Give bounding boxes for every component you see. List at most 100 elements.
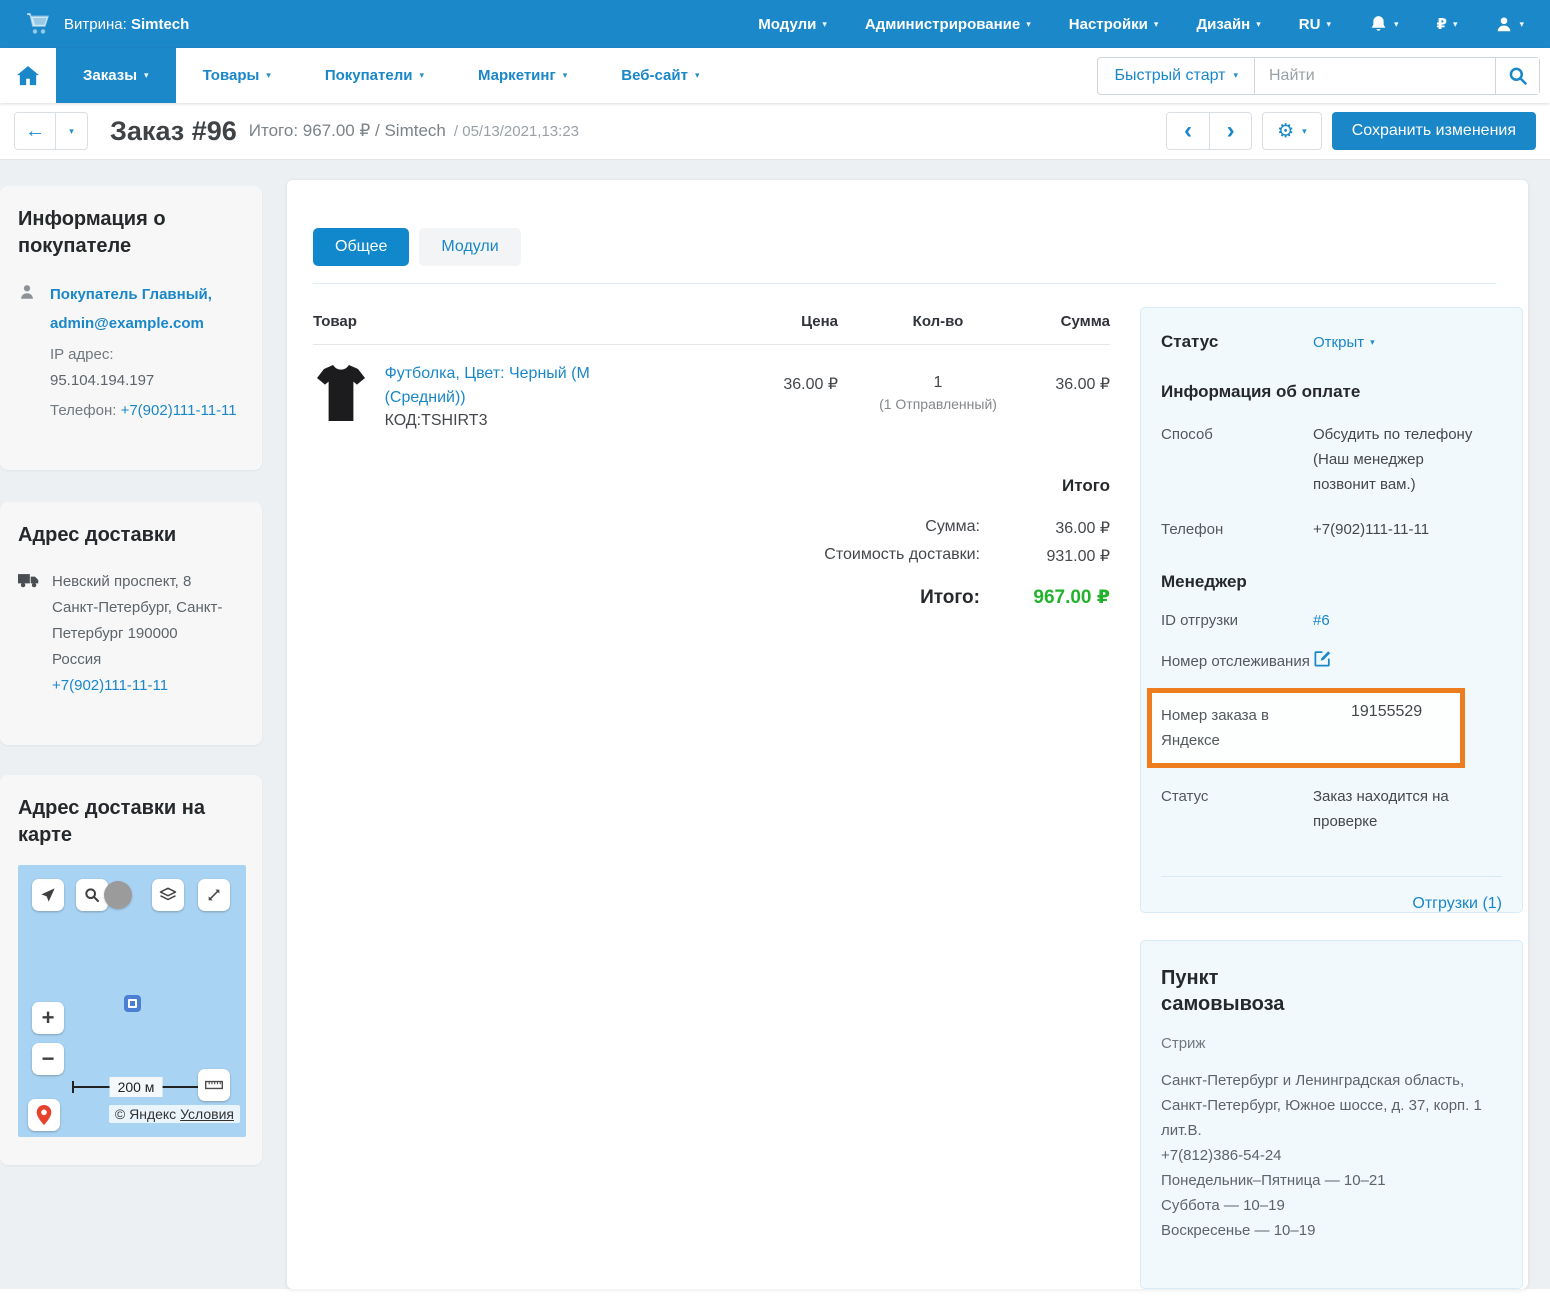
shipping-phone-link[interactable]: +7(902)111-11-11 [52, 677, 168, 694]
customer-email-link[interactable]: admin@example.com [50, 315, 204, 332]
yandex-status-value: Заказ находится на проверке [1313, 784, 1483, 834]
map-copyright: © Яндекс [115, 1106, 176, 1122]
topbar-currency[interactable]: ₽ ▾ [1437, 15, 1458, 33]
grand-total-value: 967.00 ₽ [980, 586, 1110, 609]
home-button[interactable] [0, 66, 56, 86]
tshirt-image [315, 363, 367, 423]
search-input[interactable] [1255, 58, 1495, 94]
column-header-price: Цена [673, 313, 838, 330]
panel-title: Адрес доставки [18, 522, 244, 549]
yandex-order-highlight: Номер заказа в Яндексе 19155529 [1147, 688, 1465, 768]
home-icon [17, 66, 39, 86]
quick-start-button[interactable]: Быстрый старт ▾ [1097, 57, 1255, 95]
tab-divider [313, 283, 1496, 284]
topbar-menu-language[interactable]: RU ▾ [1299, 16, 1331, 33]
nav-item-marketing[interactable]: Маркетинг ▾ [451, 48, 594, 103]
topbar-menu-administration[interactable]: Администрирование ▾ [865, 16, 1031, 33]
pickup-address: Санкт-Петербург, Южное шоссе, д. 37, кор… [1161, 1097, 1482, 1139]
customer-name-link[interactable]: Покупатель Главный, [50, 286, 212, 303]
transit-stop-marker[interactable] [124, 995, 141, 1012]
column-header-product: Товар [313, 313, 673, 330]
product-row: Футболка, Цвет: Черный (М (Средний)) КОД… [313, 362, 1110, 430]
manager-heading: Менеджер [1161, 572, 1502, 592]
payment-method-label: Способ [1161, 422, 1313, 497]
chevron-down-icon: ▾ [1302, 127, 1307, 136]
shipping-cost-value: 931.00 ₽ [980, 546, 1110, 566]
subtotal-label: Сумма: [925, 518, 980, 538]
yandex-status-label: Статус [1161, 784, 1313, 834]
nav-item-products[interactable]: Товары ▾ [176, 48, 298, 103]
chevron-right-icon: › [1227, 117, 1235, 145]
tab-general[interactable]: Общее [313, 228, 409, 266]
product-code: КОД:TSHIRT3 [385, 412, 673, 430]
map-terms-link[interactable]: Условия [180, 1106, 234, 1122]
location-pin-icon [36, 1105, 52, 1125]
order-status-panel: Статус Открыт ▾ Информация об оплате Спо… [1140, 307, 1523, 913]
product-thumbnail[interactable] [313, 362, 369, 424]
product-name-link[interactable]: Футболка, Цвет: Черный (М (Средний)) [385, 365, 590, 406]
map-panel: Адрес доставки на карте [0, 775, 262, 1165]
bell-icon [1369, 14, 1388, 34]
chevron-down-icon: ▾ [69, 127, 74, 136]
zoom-in-button[interactable]: + [32, 1002, 64, 1034]
nav-item-customers[interactable]: Покупатели ▾ [298, 48, 451, 103]
product-qty-shipped: (1 Отправленный) [838, 396, 1038, 412]
tools-menu-button[interactable]: ⚙ ▾ [1262, 112, 1322, 150]
product-price: 36.00 ₽ [673, 362, 838, 394]
search-button[interactable] [1495, 58, 1539, 94]
chevron-down-icon: ▾ [1394, 20, 1399, 29]
map-scale: 200 м [72, 1077, 200, 1097]
chevron-down-icon: ▾ [419, 71, 424, 80]
minus-icon: − [42, 1046, 55, 1072]
topbar-notifications[interactable]: ▾ [1369, 14, 1399, 34]
storefront-label[interactable]: Витрина: Simtech [64, 16, 189, 33]
edit-icon[interactable] [1313, 649, 1483, 668]
map-fullscreen-button[interactable] [198, 879, 230, 911]
pickup-hours: Воскресенье — 10–19 [1161, 1222, 1315, 1239]
payment-method-value: Обсудить по телефону (Наш менеджер позво… [1313, 422, 1483, 497]
pickup-phone: +7(812)386-54-24 [1161, 1147, 1282, 1164]
chevron-down-icon: ▾ [1154, 20, 1159, 29]
back-button[interactable]: ← [15, 113, 55, 149]
zoom-out-button[interactable]: − [32, 1043, 64, 1075]
status-select[interactable]: Открыт ▾ [1313, 334, 1375, 351]
truck-icon [18, 569, 40, 699]
prev-order-button[interactable]: ‹ [1167, 113, 1209, 149]
admin-topbar: Витрина: Simtech Модули ▾ Администрирова… [0, 0, 1550, 48]
pin-button[interactable] [28, 1099, 60, 1131]
shipments-link[interactable]: Отгрузки (1) [1412, 895, 1502, 912]
scale-label: 200 м [110, 1077, 163, 1097]
save-changes-button[interactable]: Сохранить изменения [1332, 112, 1536, 150]
nav-item-orders[interactable]: Заказы ▾ [56, 48, 176, 103]
chevron-down-icon: ▾ [563, 71, 568, 80]
ip-label: IP адрес: [50, 346, 114, 363]
pickup-hours: Понедельник–Пятница — 10–21 [1161, 1172, 1386, 1189]
next-order-button[interactable]: › [1209, 113, 1251, 149]
ruler-button[interactable] [198, 1069, 230, 1101]
plus-icon: + [42, 1005, 55, 1031]
nav-item-website[interactable]: Веб-сайт ▾ [594, 48, 726, 103]
shipping-cost-label: Стоимость доставки: [824, 546, 980, 566]
column-header-qty: Кол-во [838, 313, 1038, 330]
ruble-icon: ₽ [1437, 15, 1447, 33]
yandex-map[interactable]: + − 200 м © Яндекс Условия [18, 865, 246, 1137]
page-title: Заказ #96 [110, 116, 237, 147]
content-area: Информация о покупателе Покупатель Главн… [0, 160, 1550, 1289]
topbar-menu-settings[interactable]: Настройки ▾ [1069, 16, 1159, 33]
topbar-menu-design[interactable]: Дизайн ▾ [1196, 16, 1260, 33]
shipment-id-link[interactable]: #6 [1313, 612, 1330, 629]
topbar-menu-addons[interactable]: Модули ▾ [758, 16, 827, 33]
chevron-down-icon: ▾ [1026, 20, 1031, 29]
topbar-user-menu[interactable]: ▾ [1495, 15, 1524, 34]
geolocation-button[interactable] [32, 879, 64, 911]
tab-modules[interactable]: Модули [419, 228, 520, 266]
map-layers-button[interactable] [152, 879, 184, 911]
customer-phone-link[interactable]: +7(902)111-11-11 [121, 402, 237, 419]
chevron-down-icon: ▾ [1370, 338, 1375, 347]
customer-info-panel: Информация о покупателе Покупатель Главн… [0, 186, 262, 470]
pickup-title: Пункт самовывоза [1161, 965, 1311, 1017]
layers-icon [159, 886, 177, 904]
grand-total-label: Итого: [920, 587, 980, 609]
back-dropdown-button[interactable]: ▾ [55, 113, 87, 149]
ruler-icon [205, 1079, 223, 1091]
